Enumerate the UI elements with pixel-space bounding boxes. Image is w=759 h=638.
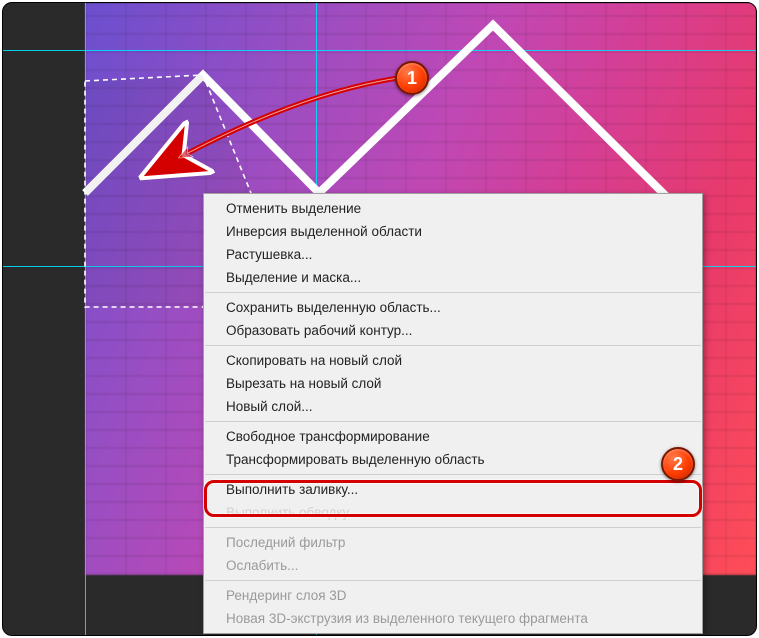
menu-new-layer[interactable]: Новый слой... [204, 395, 702, 418]
menu-separator [205, 527, 701, 528]
menu-last-filter: Последний фильтр [204, 531, 702, 554]
context-menu: Отменить выделение Инверсия выделенной о… [203, 193, 703, 634]
guide-horizontal-1 [3, 50, 756, 51]
menu-fill[interactable]: Выполнить заливку... [204, 478, 702, 501]
menu-make-work-path[interactable]: Образовать рабочий контур... [204, 319, 702, 342]
menu-fade: Ослабить... [204, 554, 702, 577]
menu-stroke[interactable]: Выполнить обводку... [204, 501, 702, 524]
menu-render-3d-layer: Рендеринг слоя 3D [204, 584, 702, 607]
photoshop-canvas-stage[interactable]: Отменить выделение Инверсия выделенной о… [3, 3, 756, 635]
menu-separator [205, 345, 701, 346]
annotation-badge-2: 2 [661, 447, 695, 481]
menu-deselect[interactable]: Отменить выделение [204, 197, 702, 220]
menu-layer-via-copy[interactable]: Скопировать на новый слой [204, 349, 702, 372]
annotation-badge-1: 1 [395, 61, 429, 95]
menu-separator [205, 474, 701, 475]
menu-select-inverse[interactable]: Инверсия выделенной области [204, 220, 702, 243]
menu-separator [205, 292, 701, 293]
menu-separator [205, 580, 701, 581]
menu-new-3d-extrusion: Новая 3D-экструзия из выделенного текуще… [204, 607, 702, 630]
menu-select-and-mask[interactable]: Выделение и маска... [204, 266, 702, 289]
guide-vertical-1 [85, 3, 86, 635]
menu-layer-via-cut[interactable]: Вырезать на новый слой [204, 372, 702, 395]
menu-feather[interactable]: Растушевка... [204, 243, 702, 266]
menu-save-selection[interactable]: Сохранить выделенную область... [204, 296, 702, 319]
menu-separator [205, 421, 701, 422]
menu-transform-selection[interactable]: Трансформировать выделенную область [204, 448, 702, 471]
menu-free-transform[interactable]: Свободное трансформирование [204, 425, 702, 448]
